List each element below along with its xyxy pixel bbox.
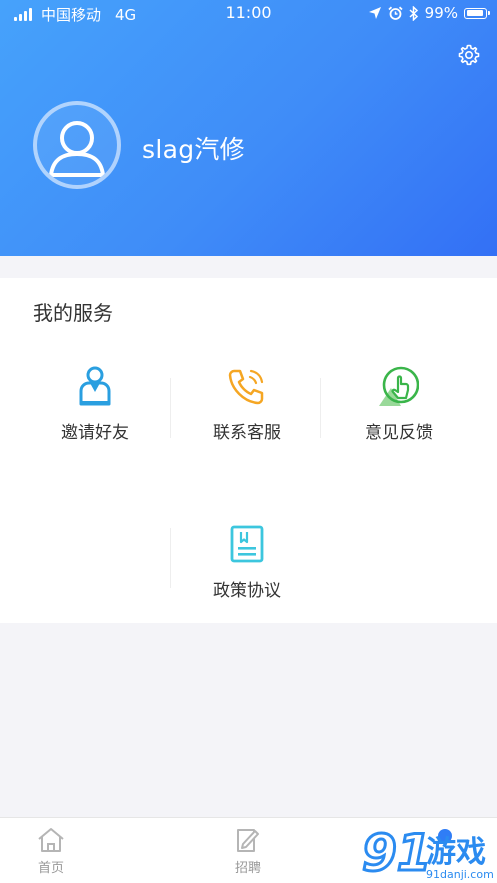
invite-friend-icon xyxy=(79,366,111,406)
profile-header: 中国移动 4G 11:00 99% slag汽修 xyxy=(0,0,497,256)
service-feedback[interactable]: 意见反馈 xyxy=(324,366,474,443)
service-label: 意见反馈 xyxy=(365,423,433,443)
tab-recruit[interactable]: 招聘 xyxy=(208,826,288,876)
services-title: 我的服务 xyxy=(33,301,113,325)
watermark-site: 91danji.com xyxy=(426,868,494,881)
tab-label: 首页 xyxy=(37,861,64,876)
service-label: 政策协议 xyxy=(213,581,281,601)
service-label: 联系客服 xyxy=(213,423,281,443)
my-services-panel: 我的服务 邀请好友 联系客服 意见反馈 政策协议 xyxy=(0,278,497,623)
battery-fill xyxy=(466,10,484,16)
battery-percent: 99% xyxy=(424,4,458,22)
service-label: 邀请好友 xyxy=(61,423,129,443)
avatar[interactable] xyxy=(33,101,121,189)
watermark-text: 游戏 xyxy=(426,835,486,870)
service-divider xyxy=(170,378,171,438)
tab-home[interactable]: 首页 xyxy=(11,826,91,876)
gear-icon[interactable] xyxy=(457,43,481,67)
service-divider xyxy=(320,378,321,438)
status-right: 99% xyxy=(368,4,490,22)
service-contact-support[interactable]: 联系客服 xyxy=(172,366,322,443)
home-icon xyxy=(38,828,64,852)
status-bar: 中国移动 4G 11:00 99% xyxy=(0,0,497,26)
alarm-icon xyxy=(388,6,403,20)
username: slag汽修 xyxy=(142,135,245,164)
service-invite-friend[interactable]: 邀请好友 xyxy=(20,366,170,443)
phone-service-icon xyxy=(228,369,264,405)
recruit-icon xyxy=(237,829,259,852)
user-avatar-icon xyxy=(49,121,105,177)
feedback-icon xyxy=(379,366,419,406)
bluetooth-icon xyxy=(409,5,418,21)
service-divider xyxy=(170,528,171,588)
location-icon xyxy=(368,7,381,19)
watermark-logo: 91 游戏 91danji.com xyxy=(361,823,494,883)
battery-icon xyxy=(464,7,490,19)
watermark-brand: 91 xyxy=(362,824,432,882)
policy-document-icon xyxy=(230,525,264,563)
service-policy[interactable]: 政策协议 xyxy=(172,524,322,601)
tab-label: 招聘 xyxy=(234,861,261,876)
